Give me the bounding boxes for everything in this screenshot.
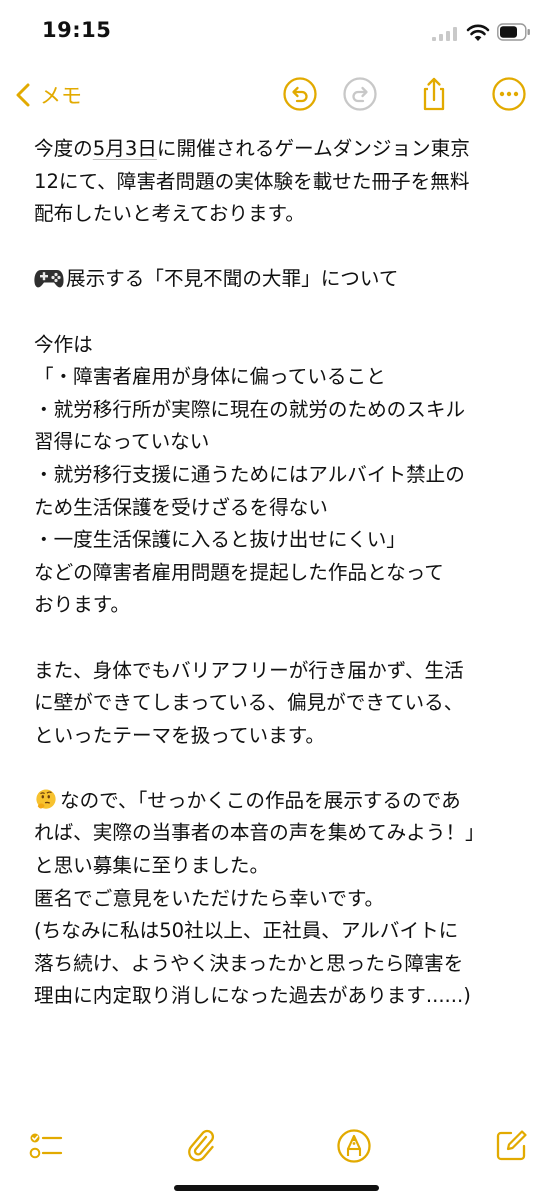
- redo-icon[interactable]: [342, 76, 378, 112]
- note-text-area[interactable]: 今度の5月3日に開催されるゲームダンジョン東京 12にて、障害者問題の実体験を載…: [34, 133, 539, 1013]
- note-line: ・就労移行所が実際に現在の就労のためのスキル: [34, 397, 466, 421]
- note-line: また、身体でもバリアフリーが行き届かず、生活: [34, 658, 464, 682]
- markup-pen-icon[interactable]: [336, 1128, 372, 1164]
- thinking-face-emoji: [36, 789, 56, 809]
- date-link[interactable]: 5月3日: [93, 137, 157, 160]
- more-icon[interactable]: [491, 76, 527, 112]
- wifi-icon: [466, 24, 490, 41]
- cellular-signal-icon: [432, 27, 457, 41]
- note-line: (ちなみに私は50社以上、正社員、アルバイトに: [34, 919, 459, 943]
- note-line: なので、「せっかくこの作品を展示するのであ: [34, 785, 539, 818]
- compose-icon[interactable]: [493, 1128, 529, 1164]
- note-line: ・一度生活保護に入ると抜け出せにくい」: [34, 528, 406, 552]
- note-line: 展示する「不見不聞の大罪」について: [34, 263, 539, 296]
- note-line: 落ち続け、ようやく決まったかと思ったら障害を: [34, 951, 464, 975]
- note-line: 配布したいと考えております。: [34, 202, 305, 226]
- status-bar: 19:15: [0, 0, 554, 66]
- chevron-left-icon: [16, 83, 30, 107]
- note-line: ・就労移行支援に通うためにはアルバイト禁止の: [34, 462, 465, 486]
- note-line: などの障害者雇用問題を提起した作品となって: [34, 560, 444, 584]
- note-line: 習得になっていない: [34, 430, 210, 454]
- gamepad-emoji: [34, 270, 64, 288]
- note-line: 理由に内定取り消しになった過去があります......): [34, 984, 471, 1008]
- note-line: 「・障害者雇用が身体に偏っていること: [34, 365, 386, 389]
- note-line: といったテーマを扱っています。: [34, 723, 325, 747]
- home-indicator[interactable]: [174, 1185, 379, 1191]
- note-line: 今作は: [34, 332, 93, 356]
- bottom-toolbar: [0, 1120, 554, 1180]
- note-line: と思い募集に至りました。: [34, 854, 270, 878]
- paperclip-icon[interactable]: [184, 1128, 220, 1164]
- note-line: 匿名でご意見をいただけたら幸いです。: [34, 886, 385, 910]
- note-line: ため生活保護を受けざるを得ない: [34, 495, 328, 519]
- battery-icon: [497, 23, 530, 41]
- share-icon[interactable]: [416, 76, 452, 112]
- checklist-icon[interactable]: [28, 1128, 64, 1164]
- back-label: メモ: [40, 84, 82, 108]
- undo-icon[interactable]: [282, 76, 318, 112]
- note-line: おります。: [34, 593, 131, 617]
- status-time: 19:15: [42, 18, 112, 42]
- back-button[interactable]: メモ: [14, 78, 82, 112]
- note-line: 今度の5月3日に開催されるゲームダンジョン東京: [34, 137, 470, 160]
- note-line: に壁ができてしまっている、偏見ができている、: [34, 691, 464, 715]
- note-line: れば、実際の当事者の本音の声を集めてみよう！」: [34, 821, 485, 845]
- navigation-bar: メモ: [0, 66, 554, 124]
- note-line: 12にて、障害者問題の実体験を載せた冊子を無料: [34, 169, 470, 193]
